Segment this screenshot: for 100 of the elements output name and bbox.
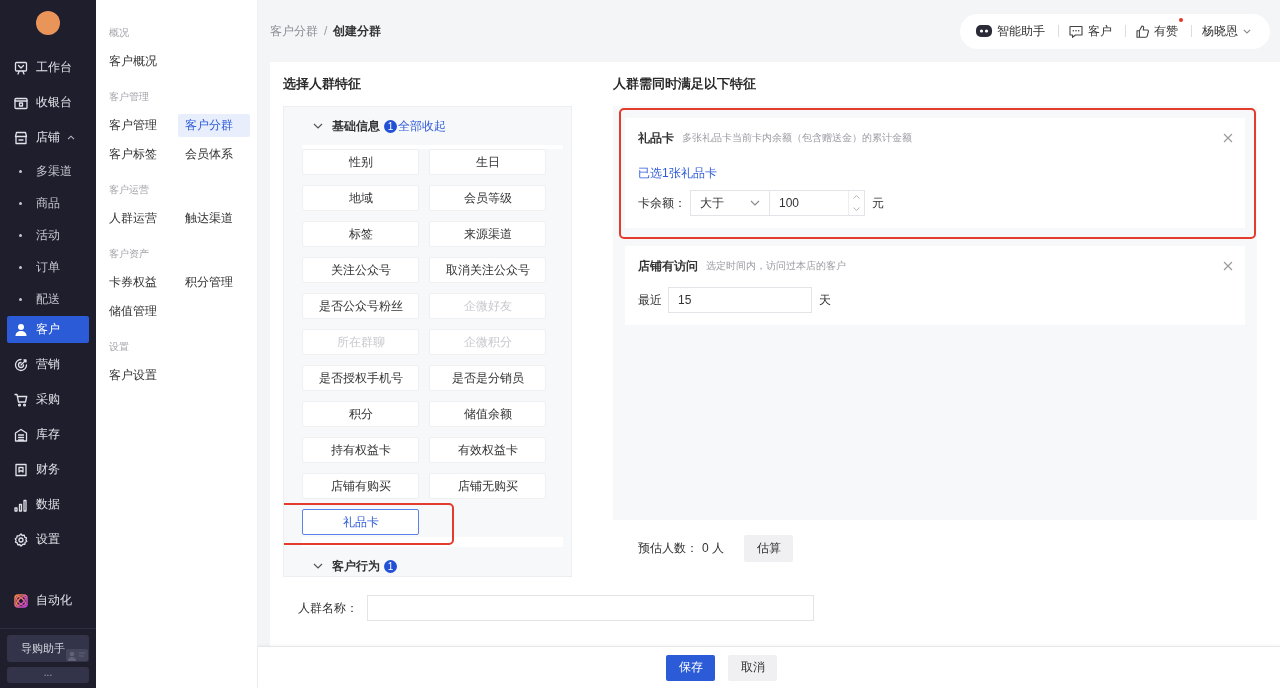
menu-item[interactable]: 会员体系 [178,142,250,166]
menu-item[interactable]: 客户设置 [102,363,174,387]
feature-option[interactable]: 店铺有购买 [302,473,419,499]
number-input[interactable]: 15 [668,287,812,313]
menu-item[interactable]: 卡券权益 [102,270,174,294]
toolbar-button[interactable]: 智能助手 [976,16,1050,46]
feature-option[interactable]: 是否是分销员 [429,365,546,391]
bullet-icon [19,169,22,173]
robot-icon [976,24,992,38]
estimate-button[interactable]: 估算 [744,535,793,562]
toolbar-button[interactable]: 有赞 [1136,16,1183,46]
cancel-button[interactable]: 取消 [728,654,777,681]
field-label: 最近 [638,291,662,309]
sidebar-item[interactable]: 自动化 [7,587,89,614]
assistant-button[interactable]: 导购助手 [7,635,89,662]
sidebar-item[interactable]: 工作台 [7,54,89,81]
sidebar-subitem[interactable]: 商品 [0,187,96,219]
number-input[interactable]: 100 [769,190,865,216]
menu-item[interactable]: 人群运营 [102,206,174,230]
section-heading: 客户管理 [108,90,150,104]
collapse-all-link[interactable]: 全部收起 [397,117,446,135]
store-icon [14,130,28,145]
sidebar-item[interactable]: 收银台 [7,89,89,116]
bullet-icon [19,265,22,269]
feature-option[interactable]: 持有权益卡 [302,437,419,463]
atom-icon [14,593,28,608]
feature-option[interactable]: 取消关注公众号 [429,257,546,283]
menu-item[interactable]: 客户管理 [102,113,174,137]
close-icon[interactable] [1223,261,1233,271]
warehouse-icon [14,427,28,442]
section-heading: 设置 [108,340,130,354]
feature-option[interactable]: 地域 [302,185,419,211]
caret-down-icon [1243,28,1251,34]
chevron-down-icon[interactable] [313,123,323,129]
input-field[interactable] [367,595,814,621]
sidebar-item[interactable]: 设置 [7,526,89,553]
sidebar-item[interactable]: 库存 [7,421,89,448]
feature-option[interactable]: 标签 [302,221,419,247]
sidebar-item[interactable]: 客户 [7,316,89,343]
chat-icon [1069,24,1083,38]
chevron-up-icon[interactable] [853,195,860,199]
document-icon [14,462,28,477]
menu-item[interactable]: 储值管理 [102,299,174,323]
condition-description: 多张礼品卡当前卡内余额（包含赠送金）的累计金额 [682,131,912,145]
chevron-down-icon [750,200,760,206]
section-heading: 客户资产 [108,247,150,261]
id-card-icon [66,649,88,661]
sidebar-item[interactable]: 采购 [7,386,89,413]
monitor-icon [14,60,28,75]
feature-option[interactable]: 是否授权手机号 [302,365,419,391]
feature-option[interactable]: 关注公众号 [302,257,419,283]
field-label: 人群名称： [298,599,358,617]
sidebar-subitem[interactable]: 订单 [0,251,96,283]
section-heading: 概况 [108,26,130,40]
bar-chart-icon [14,497,28,512]
menu-item[interactable]: 客户分群 [178,113,250,137]
condition-description: 选定时间内，访问过本店的客户 [706,259,846,273]
save-button[interactable]: 保存 [666,654,715,681]
menu-item[interactable]: 客户标签 [102,142,174,166]
menu-item[interactable]: 客户概况 [102,49,174,73]
sidebar-subitem[interactable]: 配送 [0,283,96,315]
sidebar-item[interactable]: 营销 [7,351,89,378]
feature-option[interactable]: 积分 [302,401,419,427]
feature-option[interactable]: 来源渠道 [429,221,546,247]
sidebar-subitem[interactable]: 活动 [0,219,96,251]
unit-label: 元 [872,194,884,212]
close-icon[interactable] [1223,133,1233,143]
chevron-down-icon[interactable] [313,563,323,569]
estimate-value: 0 人 [702,540,724,557]
thumbs-up-icon [1136,24,1149,38]
bullet-icon [19,233,22,237]
count-badge: 1 [384,559,397,573]
menu-item[interactable]: 触达渠道 [178,206,250,230]
toolbar-button[interactable]: 杨晓恩 [1202,16,1256,46]
condition-title: 店铺有访问 [638,257,698,275]
sidebar-subitem[interactable]: 多渠道 [0,155,96,187]
sidebar-item[interactable]: 数据 [7,491,89,518]
section-heading: 客户运营 [108,183,150,197]
feature-option[interactable]: 性别 [302,149,419,175]
more-button[interactable]: ... [7,667,89,683]
caret-up-icon[interactable] [67,135,75,140]
group-label: 基础信息 [332,117,380,135]
field-label: 卡余额： [638,194,686,212]
feature-option[interactable]: 生日 [429,149,546,175]
feature-option[interactable]: 店铺无购买 [429,473,546,499]
sidebar-item[interactable]: 财务 [7,456,89,483]
feature-option[interactable]: 有效权益卡 [429,437,546,463]
target-icon [14,357,28,372]
feature-option[interactable]: 储值余额 [429,401,546,427]
feature-option[interactable]: 礼品卡 [302,509,419,535]
settings-icon [14,532,28,547]
operator-select[interactable]: 大于 [690,190,770,216]
feature-option[interactable]: 是否公众号粉丝 [302,293,419,319]
feature-option[interactable]: 会员等级 [429,185,546,211]
section-title: 选择人群特征 [283,76,362,92]
sidebar-item[interactable]: 店铺 [7,124,89,151]
toolbar-button[interactable]: 客户 [1069,16,1117,46]
selected-cards-link[interactable]: 已选1张礼品卡 [638,164,717,182]
menu-item[interactable]: 积分管理 [178,270,250,294]
unit-label: 天 [819,291,831,309]
